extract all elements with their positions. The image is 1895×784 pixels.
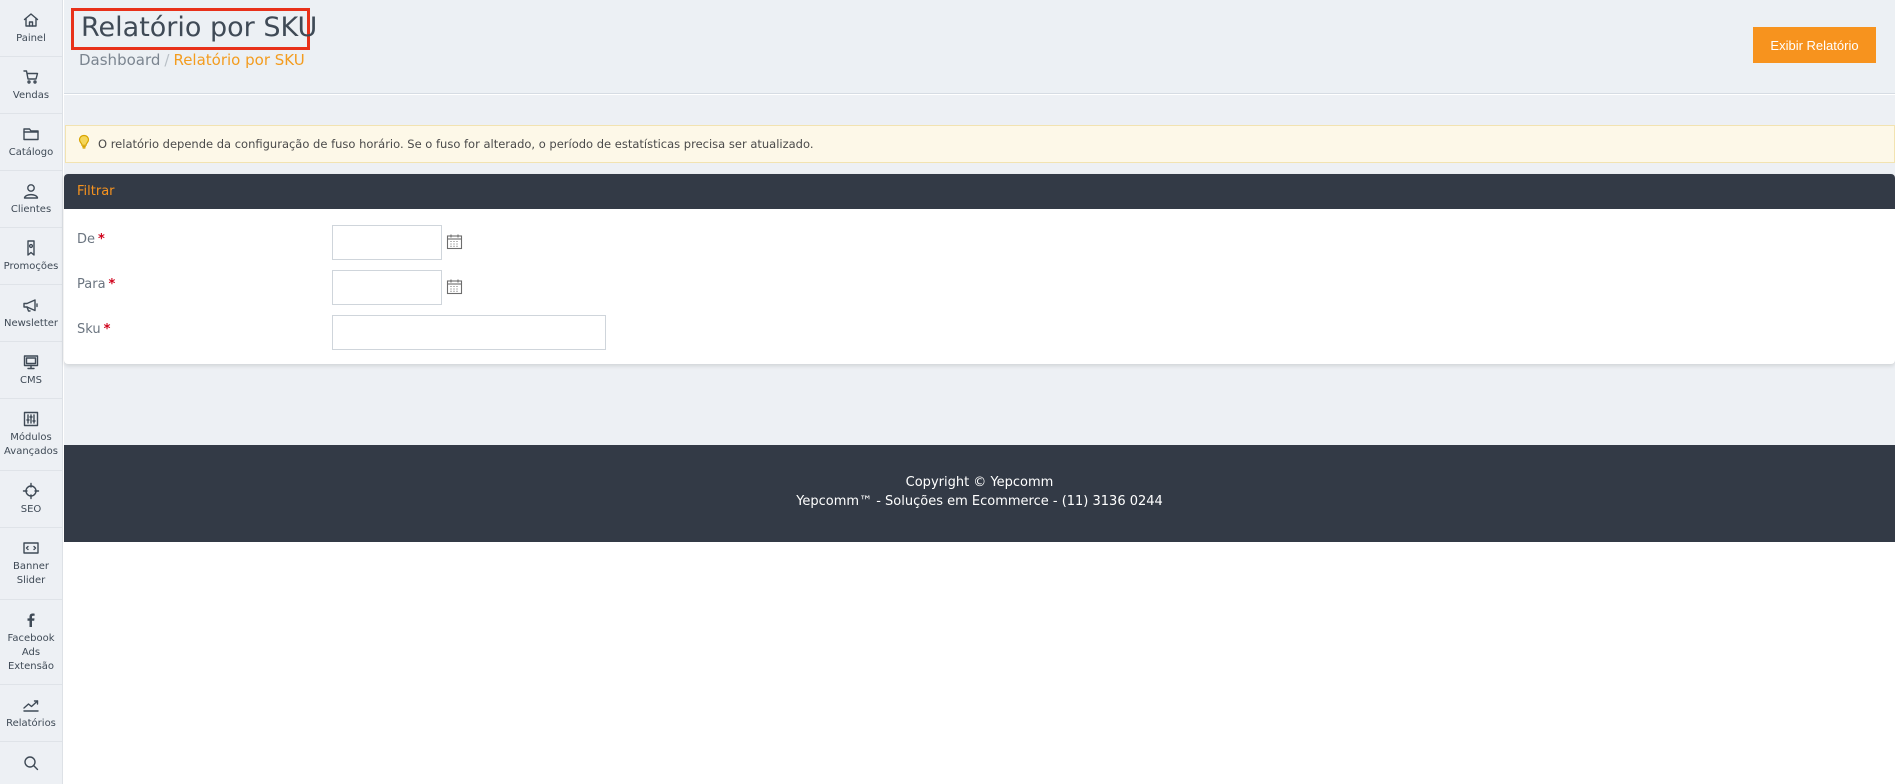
- sidebar-item-facebook-ads[interactable]: Facebook Ads Extensão: [0, 600, 62, 685]
- notice-text: O relatório depende da configuração de f…: [98, 137, 814, 151]
- sidebar-item-label: Banner Slider: [13, 561, 49, 586]
- sidebar-item-vendas[interactable]: Vendas: [0, 57, 62, 114]
- sidebar-item-promocoes[interactable]: Promoções: [0, 228, 62, 285]
- lightbulb-icon: [76, 134, 92, 154]
- sidebar: Painel Vendas Catálogo Clientes Promoçõe…: [0, 0, 63, 784]
- page-header: Relatório por SKU Dashboard / Relatório po…: [64, 0, 1895, 94]
- trend-icon: [23, 699, 39, 712]
- to-date-label: Para *: [77, 277, 115, 292]
- sidebar-item-label: SEO: [20, 503, 42, 515]
- sidebar-item-label: Painel: [16, 32, 46, 44]
- sidebar-item-newsletter[interactable]: Newsletter: [0, 285, 62, 342]
- megaphone-icon: [23, 298, 38, 312]
- calendar-icon[interactable]: [446, 278, 463, 295]
- home-icon: [23, 12, 39, 27]
- sidebar-item-catalogo[interactable]: Catálogo: [0, 114, 62, 171]
- cart-icon: [23, 69, 39, 84]
- footer-company-info: Yepcomm™ - Soluções em Ecommerce - (11) …: [796, 494, 1163, 509]
- monitor-icon: [23, 354, 39, 369]
- sidebar-item-label: Catálogo: [8, 146, 54, 158]
- sidebar-item-label: Facebook Ads Extensão: [7, 632, 55, 672]
- search-icon: [24, 756, 39, 771]
- filter-panel: Filtrar De * Para * Sku *: [64, 174, 1895, 364]
- sku-label-text: Sku: [77, 322, 101, 337]
- to-date-label-text: Para: [77, 277, 106, 292]
- breadcrumb-separator: /: [164, 51, 170, 69]
- from-date-input[interactable]: [332, 225, 442, 260]
- breadcrumb: Dashboard / Relatório por SKU: [79, 51, 305, 69]
- from-date-label: De *: [77, 232, 105, 247]
- sidebar-item-cms[interactable]: CMS: [0, 342, 62, 399]
- filter-panel-title: Filtrar: [77, 184, 115, 199]
- footer-copyright: Copyright © Yepcomm: [905, 475, 1054, 490]
- sidebar-item-seo[interactable]: SEO: [0, 471, 62, 528]
- sidebar-item-label: Relatórios: [6, 717, 56, 729]
- sidebar-item-banner-slider[interactable]: Banner Slider: [0, 528, 62, 600]
- sidebar-item-label: Vendas: [12, 89, 50, 101]
- sliders-icon: [23, 411, 39, 427]
- slider-icon: [23, 542, 39, 554]
- calendar-icon[interactable]: [446, 233, 463, 250]
- sidebar-item-label: Módulos Avançados: [4, 432, 58, 457]
- from-date-label-text: De: [77, 232, 96, 247]
- facebook-icon: [27, 613, 35, 627]
- sidebar-item-label: Promoções: [3, 260, 59, 272]
- sidebar-item-label: Newsletter: [3, 317, 59, 329]
- sidebar-item-relatorios[interactable]: Relatórios: [0, 685, 62, 742]
- required-mark: *: [98, 232, 105, 247]
- timezone-notice: O relatório depende da configuração de f…: [65, 125, 1895, 163]
- footer: Copyright © Yepcomm Yepcomm™ - Soluções …: [64, 445, 1895, 542]
- page-title: Relatório por SKU: [71, 8, 317, 50]
- sku-label: Sku *: [77, 322, 110, 337]
- crosshair-icon: [22, 482, 40, 499]
- breadcrumb-dashboard-link[interactable]: Dashboard: [79, 51, 160, 69]
- breadcrumb-current: Relatório por SKU: [173, 51, 305, 69]
- show-report-button[interactable]: Exibir Relatório: [1753, 27, 1876, 63]
- filter-panel-header: Filtrar: [64, 174, 1895, 209]
- main-content: Relatório por SKU Dashboard / Relatório po…: [64, 0, 1895, 784]
- sidebar-item-label: Clientes: [10, 203, 52, 215]
- sidebar-item-painel[interactable]: Painel: [0, 0, 62, 57]
- required-mark: *: [108, 277, 116, 292]
- folder-icon: [23, 127, 39, 140]
- sidebar-item-modulos-avancados[interactable]: Módulos Avançados: [0, 399, 62, 471]
- sidebar-item-search[interactable]: [0, 742, 62, 782]
- to-date-input[interactable]: [332, 270, 442, 305]
- required-mark: *: [103, 322, 111, 337]
- sku-input[interactable]: [332, 315, 606, 350]
- tag-icon: [27, 239, 35, 256]
- sidebar-item-label: CMS: [20, 374, 42, 386]
- user-icon: [23, 183, 39, 199]
- sidebar-item-clientes[interactable]: Clientes: [0, 171, 62, 228]
